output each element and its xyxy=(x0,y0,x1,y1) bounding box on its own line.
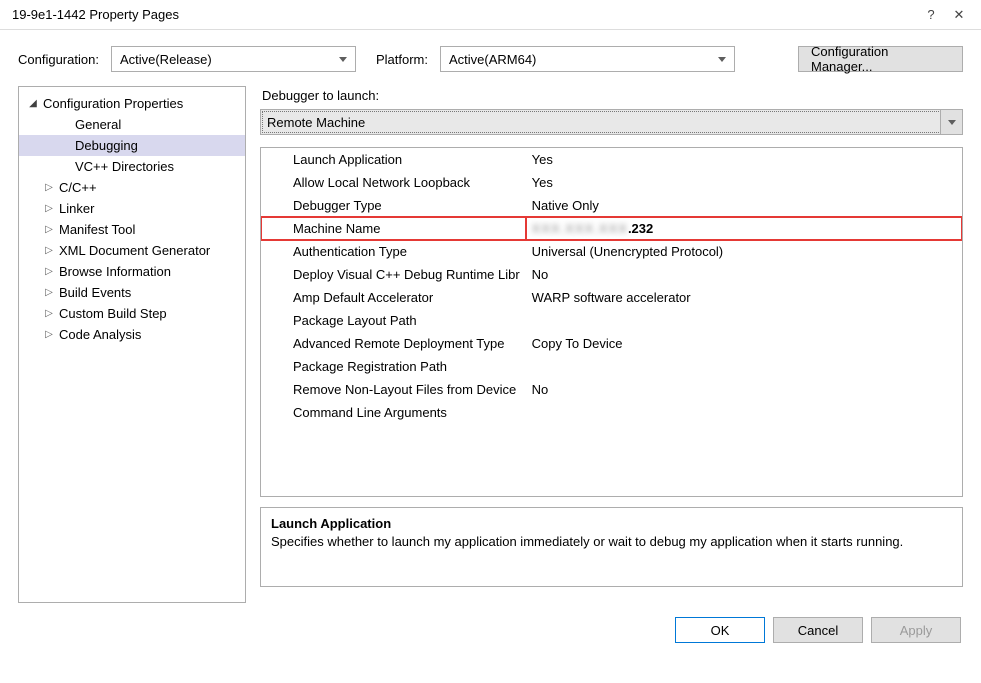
tree-item-label: Build Events xyxy=(55,285,131,300)
property-key: Package Layout Path xyxy=(261,309,526,332)
property-row[interactable]: Machine NameXXX.XXX.XXX.232 xyxy=(261,217,962,240)
property-key: Authentication Type xyxy=(261,240,526,263)
nav-tree[interactable]: Configuration Properties General Debugging… xyxy=(18,86,246,603)
configuration-select[interactable]: Active(Release) xyxy=(111,46,356,72)
property-row[interactable]: Launch ApplicationYes xyxy=(261,148,962,171)
configuration-label: Configuration: xyxy=(18,52,99,67)
property-value[interactable]: Native Only xyxy=(526,194,962,217)
property-value[interactable]: No xyxy=(526,263,962,286)
tree-item-label: Custom Build Step xyxy=(55,306,167,321)
debugger-value: Remote Machine xyxy=(267,115,365,130)
tree-item-label: Manifest Tool xyxy=(55,222,135,237)
window-title: 19-9e1-1442 Property Pages xyxy=(8,7,917,22)
chevron-down-icon[interactable] xyxy=(27,98,39,109)
tree-item[interactable]: XML Document Generator xyxy=(19,240,245,261)
debugger-launch-label: Debugger to launch: xyxy=(262,88,963,103)
property-key: Deploy Visual C++ Debug Runtime Libr xyxy=(261,263,526,286)
property-key: Amp Default Accelerator xyxy=(261,286,526,309)
configuration-value: Active(Release) xyxy=(120,52,212,67)
tree-item[interactable]: Linker xyxy=(19,198,245,219)
property-value[interactable]: No xyxy=(526,378,962,401)
description-title: Launch Application xyxy=(271,516,952,531)
tree-item-label: VC++ Directories xyxy=(71,159,174,174)
property-value[interactable]: XXX.XXX.XXX.232 xyxy=(526,217,962,240)
property-row[interactable]: Advanced Remote Deployment TypeCopy To D… xyxy=(261,332,962,355)
tree-item-label: Debugging xyxy=(71,138,138,153)
chevron-right-icon[interactable] xyxy=(43,245,55,256)
tree-item[interactable]: Custom Build Step xyxy=(19,303,245,324)
property-value[interactable] xyxy=(526,309,962,332)
cancel-button[interactable]: Cancel xyxy=(773,617,863,643)
property-row[interactable]: Command Line Arguments xyxy=(261,401,962,424)
property-row[interactable]: Allow Local Network LoopbackYes xyxy=(261,171,962,194)
property-value[interactable]: Yes xyxy=(526,148,962,171)
platform-value: Active(ARM64) xyxy=(449,52,536,67)
tree-root[interactable]: Configuration Properties xyxy=(19,93,245,114)
tree-item[interactable]: Debugging xyxy=(19,135,245,156)
chevron-right-icon[interactable] xyxy=(43,182,55,193)
property-row[interactable]: Debugger TypeNative Only xyxy=(261,194,962,217)
chevron-right-icon[interactable] xyxy=(43,308,55,319)
tree-item[interactable]: General xyxy=(19,114,245,135)
tree-item[interactable]: C/C++ xyxy=(19,177,245,198)
ok-button[interactable]: OK xyxy=(675,617,765,643)
tree-item[interactable]: VC++ Directories xyxy=(19,156,245,177)
property-row[interactable]: Amp Default AcceleratorWARP software acc… xyxy=(261,286,962,309)
tree-item-label: General xyxy=(71,117,121,132)
property-key: Launch Application xyxy=(261,148,526,171)
tree-item[interactable]: Build Events xyxy=(19,282,245,303)
property-key: Advanced Remote Deployment Type xyxy=(261,332,526,355)
property-key: Package Registration Path xyxy=(261,355,526,378)
property-value[interactable]: Yes xyxy=(526,171,962,194)
property-row[interactable]: Remove Non-Layout Files from DeviceNo xyxy=(261,378,962,401)
property-row[interactable]: Package Registration Path xyxy=(261,355,962,378)
property-row[interactable]: Deploy Visual C++ Debug Runtime LibrNo xyxy=(261,263,962,286)
description-text: Specifies whether to launch my applicati… xyxy=(271,533,952,551)
chevron-right-icon[interactable] xyxy=(43,266,55,277)
tree-item-label: Browse Information xyxy=(55,264,171,279)
tree-item[interactable]: Code Analysis xyxy=(19,324,245,345)
tree-item-label: C/C++ xyxy=(55,180,97,195)
configuration-manager-button[interactable]: Configuration Manager... xyxy=(798,46,963,72)
close-icon[interactable]: ✕ xyxy=(945,7,973,23)
property-row[interactable]: Authentication TypeUniversal (Unencrypte… xyxy=(261,240,962,263)
config-toolbar: Configuration: Active(Release) Platform:… xyxy=(18,46,963,72)
property-value[interactable]: WARP software accelerator xyxy=(526,286,962,309)
property-grid[interactable]: Launch ApplicationYesAllow Local Network… xyxy=(260,147,963,497)
title-bar: 19-9e1-1442 Property Pages ? ✕ xyxy=(0,0,981,30)
chevron-down-icon[interactable] xyxy=(940,110,962,134)
help-icon[interactable]: ? xyxy=(917,7,945,22)
debugger-select[interactable]: Remote Machine xyxy=(260,109,963,135)
tree-item[interactable]: Browse Information xyxy=(19,261,245,282)
dialog-buttons: OK Cancel Apply xyxy=(18,617,963,643)
property-value[interactable]: Universal (Unencrypted Protocol) xyxy=(526,240,962,263)
property-key: Machine Name xyxy=(261,217,526,240)
chevron-right-icon[interactable] xyxy=(43,203,55,214)
platform-label: Platform: xyxy=(376,52,428,67)
tree-item-label: XML Document Generator xyxy=(55,243,210,258)
description-panel: Launch Application Specifies whether to … xyxy=(260,507,963,587)
chevron-right-icon[interactable] xyxy=(43,329,55,340)
property-value[interactable] xyxy=(526,401,962,424)
property-key: Debugger Type xyxy=(261,194,526,217)
tree-item[interactable]: Manifest Tool xyxy=(19,219,245,240)
chevron-right-icon[interactable] xyxy=(43,224,55,235)
property-row[interactable]: Package Layout Path xyxy=(261,309,962,332)
property-value[interactable] xyxy=(526,355,962,378)
property-value[interactable]: Copy To Device xyxy=(526,332,962,355)
tree-item-label: Linker xyxy=(55,201,94,216)
property-key: Remove Non-Layout Files from Device xyxy=(261,378,526,401)
platform-select[interactable]: Active(ARM64) xyxy=(440,46,735,72)
apply-button[interactable]: Apply xyxy=(871,617,961,643)
property-key: Command Line Arguments xyxy=(261,401,526,424)
chevron-right-icon[interactable] xyxy=(43,287,55,298)
tree-item-label: Code Analysis xyxy=(55,327,141,342)
property-key: Allow Local Network Loopback xyxy=(261,171,526,194)
